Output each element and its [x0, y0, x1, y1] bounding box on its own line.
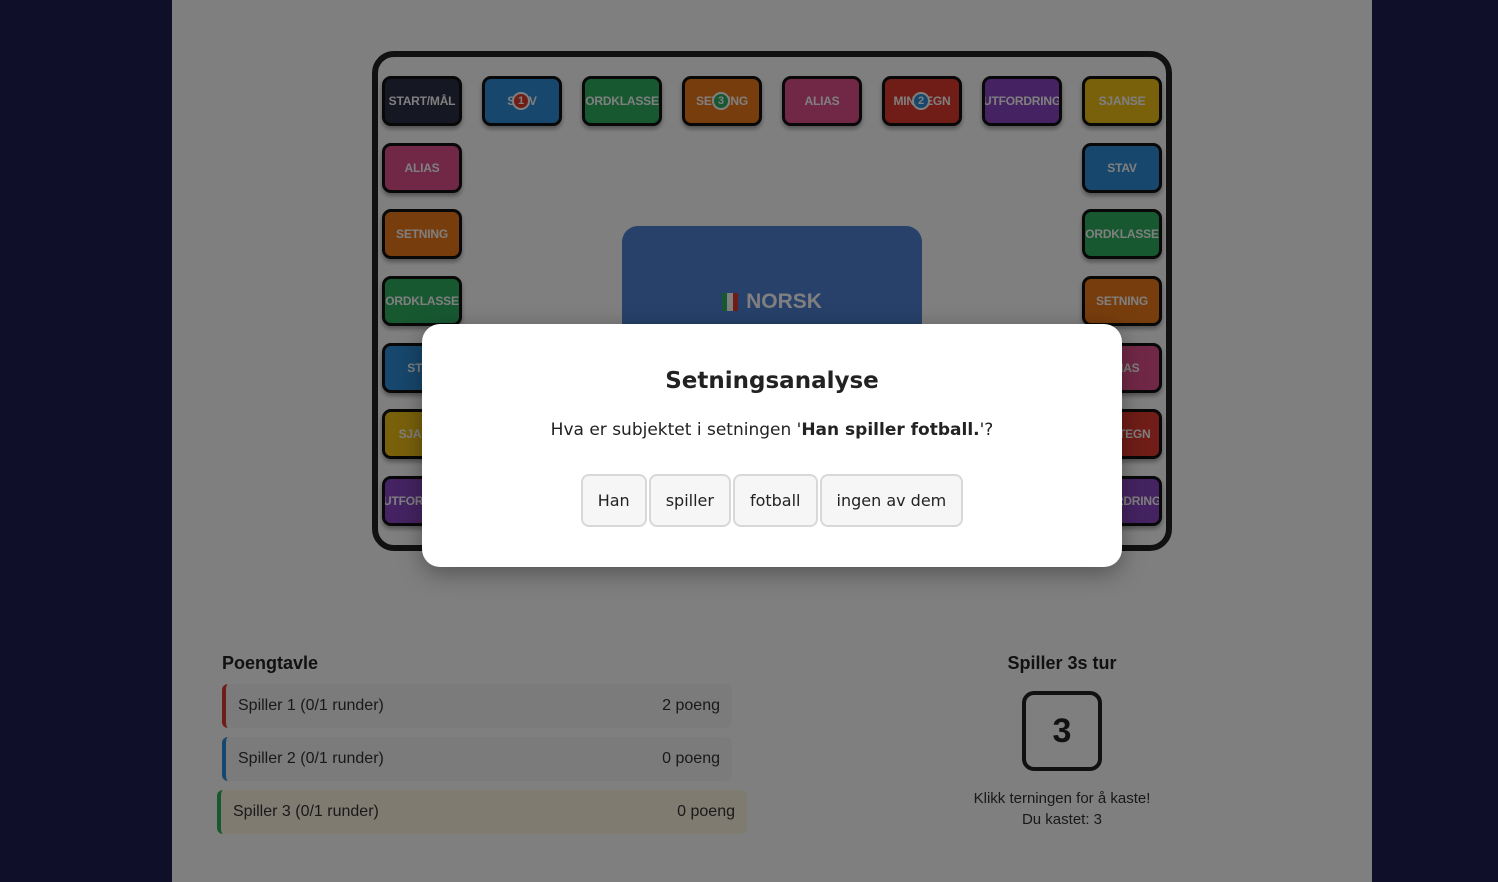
- question-prefix: Hva er subjektet i setningen ': [550, 420, 802, 440]
- modal-title: Setningsanalyse: [665, 368, 879, 394]
- question-modal: Setningsanalyse Hva er subjektet i setni…: [422, 324, 1122, 567]
- answer-option-ingen-av-dem[interactable]: ingen av dem: [819, 474, 964, 527]
- answer-option-han[interactable]: Han: [580, 474, 647, 527]
- answer-option-fotball[interactable]: fotball: [732, 474, 818, 527]
- question-sentence: Han spiller fotball.: [801, 420, 980, 440]
- answer-options: Han spiller fotball ingen av dem: [422, 474, 1122, 527]
- question-suffix: '?: [979, 420, 994, 440]
- answer-option-spiller[interactable]: spiller: [648, 474, 731, 527]
- modal-question: Hva er subjektet i setningen 'Han spille…: [422, 420, 1122, 440]
